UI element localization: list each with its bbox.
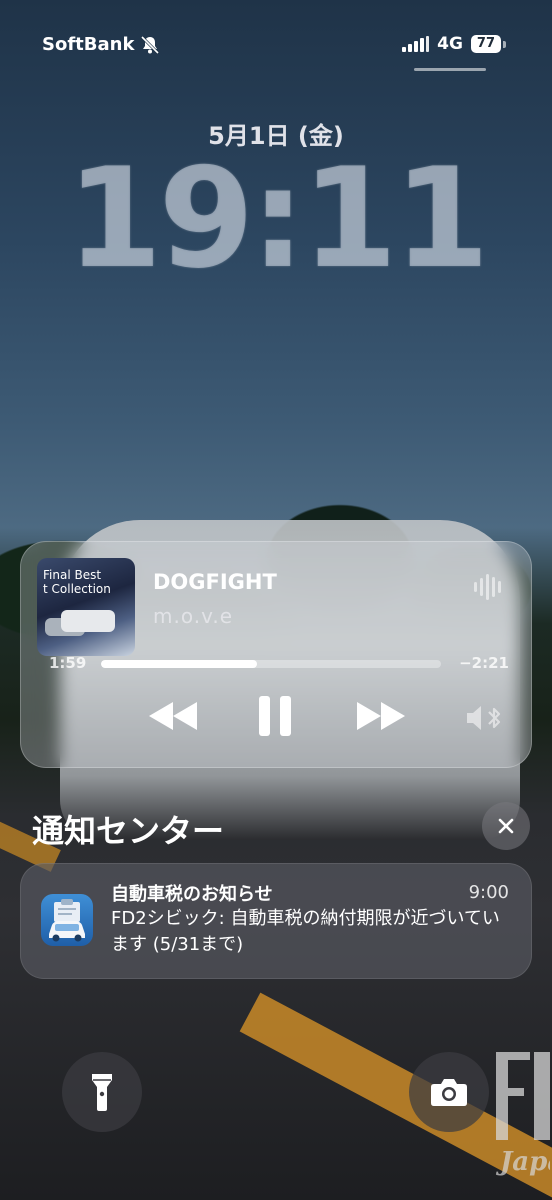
song-title: DOGFIGHT bbox=[153, 570, 277, 594]
pause-button[interactable] bbox=[257, 694, 293, 742]
battery-level: 77 bbox=[470, 35, 501, 53]
carrier-group: SoftBank bbox=[42, 34, 160, 55]
fast-forward-icon bbox=[357, 702, 405, 730]
notification-center-title: 通知センター bbox=[32, 812, 225, 850]
notification-app-name: 自動車税のお知らせ bbox=[111, 884, 273, 905]
playback-progress-fill bbox=[101, 660, 258, 668]
lock-clock: 19:11 bbox=[66, 138, 489, 299]
audio-output-button[interactable] bbox=[465, 704, 505, 736]
notification-body: FD2シビック: 自動車税の納付期限が近づいています (5/31まで) bbox=[111, 908, 500, 955]
car-app-icon bbox=[41, 894, 93, 946]
clear-notifications-button[interactable] bbox=[482, 802, 530, 850]
audio-waveform-icon bbox=[474, 574, 501, 600]
rewind-button[interactable] bbox=[147, 700, 199, 736]
carrier-name: SoftBank bbox=[42, 34, 135, 55]
notification-card[interactable]: 自動車税のお知らせ 9:00 FD2シビック: 自動車税の納付期限が近づいていま… bbox=[20, 863, 532, 979]
status-right: 4G 77 bbox=[402, 34, 506, 54]
camera-icon bbox=[431, 1079, 467, 1106]
flashlight-button[interactable] bbox=[62, 1052, 142, 1132]
network-type: 4G bbox=[437, 34, 463, 54]
control-center-indicator[interactable] bbox=[414, 68, 486, 71]
speaker-bluetooth-icon bbox=[467, 706, 501, 730]
rewind-icon bbox=[149, 702, 197, 730]
pause-icon bbox=[259, 696, 291, 736]
battery-icon: 77 bbox=[470, 35, 506, 53]
elapsed-time: 1:59 bbox=[49, 654, 87, 672]
wallpaper-logo: Japa bbox=[490, 1040, 552, 1180]
album-art[interactable]: Final Best t Collection bbox=[37, 558, 135, 656]
remaining-time: −2:21 bbox=[459, 654, 509, 672]
signal-icon bbox=[402, 36, 430, 52]
album-art-text: Final Best t Collection bbox=[43, 568, 111, 596]
svg-text:Japa: Japa bbox=[495, 1147, 550, 1177]
status-bar: SoftBank 4G 77 bbox=[0, 0, 552, 90]
song-artist: m.o.v.e bbox=[153, 604, 234, 628]
flashlight-icon bbox=[92, 1074, 112, 1111]
fast-forward-button[interactable] bbox=[355, 700, 407, 736]
bell-slash-icon bbox=[140, 35, 160, 55]
playback-scrubber[interactable] bbox=[101, 660, 441, 668]
close-icon bbox=[498, 818, 514, 834]
notification-time: 9:00 bbox=[468, 882, 509, 903]
now-playing-widget[interactable]: Final Best t Collection DOGFIGHT m.o.v.e… bbox=[20, 541, 532, 768]
camera-button[interactable] bbox=[409, 1052, 489, 1132]
